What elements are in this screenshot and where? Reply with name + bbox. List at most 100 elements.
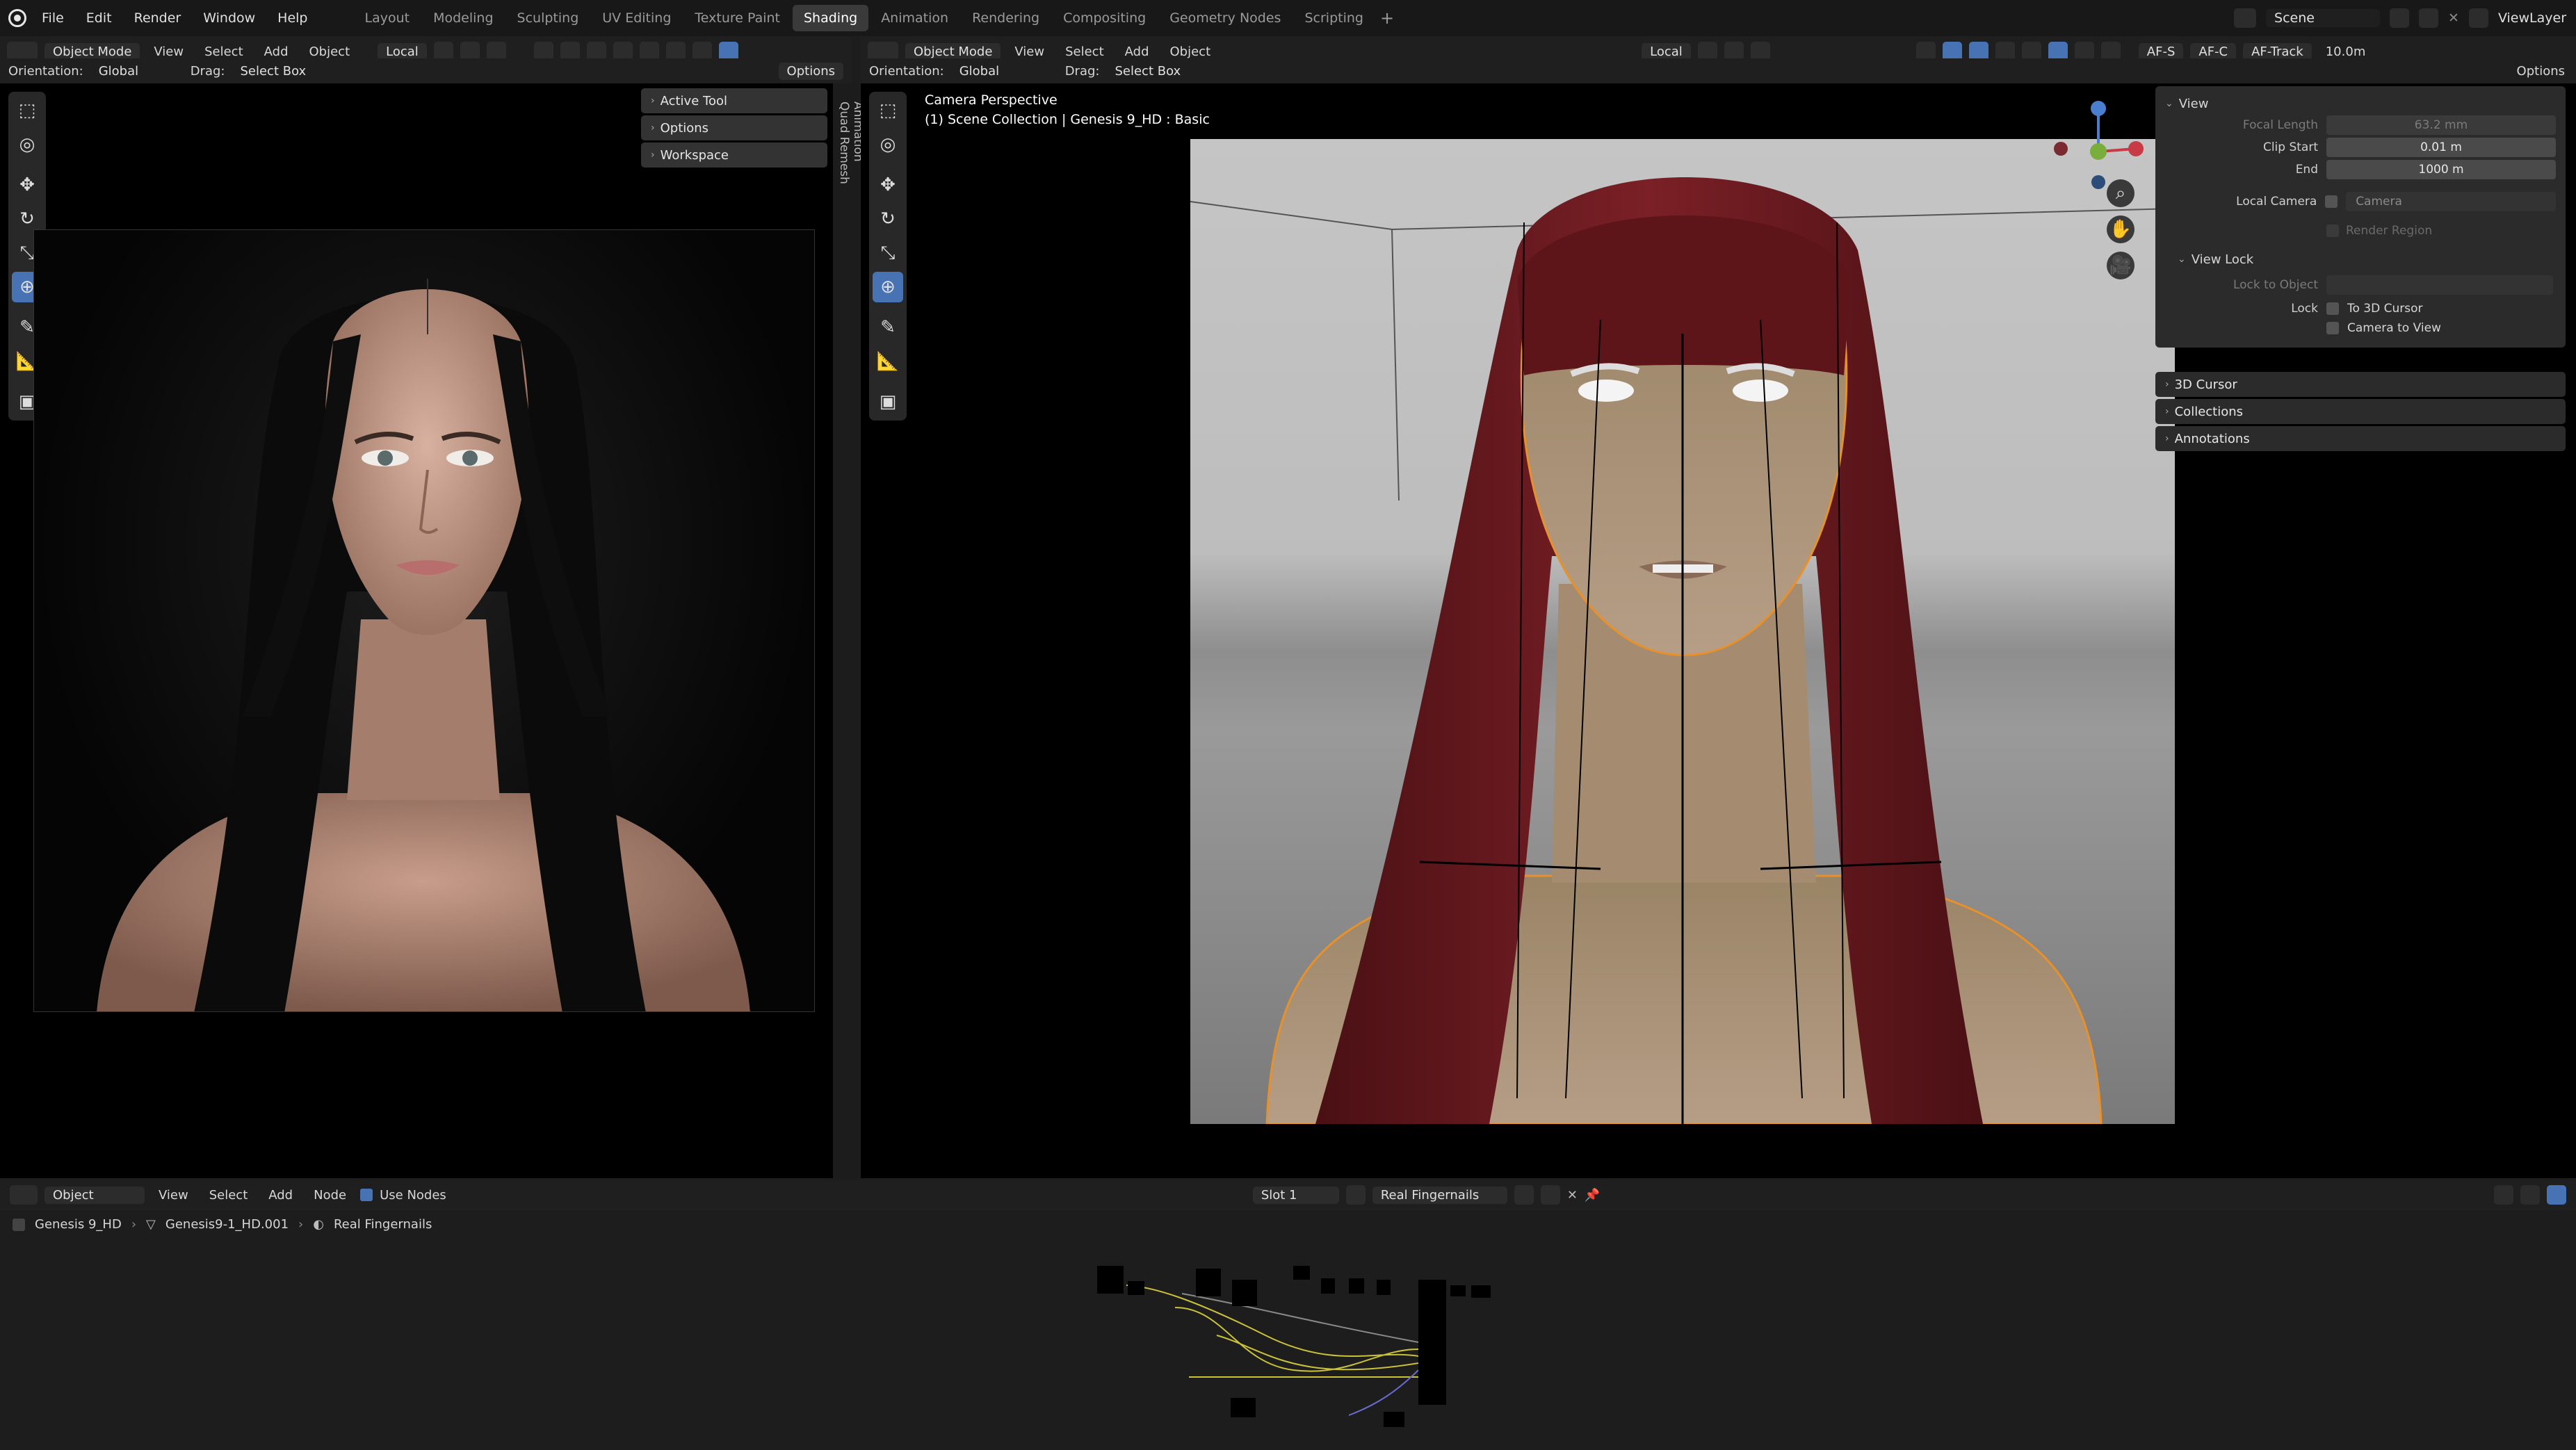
breadcrumb-material[interactable]: Real Fingernails — [334, 1217, 432, 1232]
material-browse-icon[interactable] — [1345, 1185, 1366, 1205]
af-track-button[interactable]: AF-Track — [2243, 42, 2312, 60]
use-nodes-checkbox[interactable] — [360, 1189, 373, 1201]
move-tool-icon[interactable]: ✥ — [873, 170, 903, 200]
to-3d-cursor-checkbox[interactable] — [2326, 302, 2339, 315]
local-camera-checkbox[interactable] — [2325, 195, 2338, 208]
menu-render[interactable]: Render — [124, 8, 191, 28]
scene-selector[interactable]: Scene — [2266, 9, 2381, 27]
duplicate-material-icon[interactable] — [1540, 1185, 1560, 1205]
workspace-tab-geometry-nodes[interactable]: Geometry Nodes — [1158, 5, 1292, 31]
material-name-field[interactable]: Real Fingernails — [1372, 1186, 1507, 1204]
panel-active-tool[interactable]: › Active Tool — [641, 88, 827, 113]
add-workspace-icon[interactable]: + — [1380, 8, 1394, 28]
slot-dropdown[interactable]: Slot 1 — [1252, 1186, 1339, 1204]
af-c-button[interactable]: AF-C — [2190, 42, 2237, 60]
shader-type-dropdown[interactable]: Object — [44, 1186, 145, 1204]
section-3d-cursor[interactable]: › 3D Cursor — [2155, 372, 2566, 397]
select-box-tool-icon[interactable]: ⬚ — [873, 95, 903, 126]
scene-icon[interactable] — [2234, 8, 2257, 28]
node-canvas[interactable]: Genesis 9_HD › ▽ Genesis9-1_HD.001 › ◐ R… — [0, 1210, 2576, 1450]
camera-field[interactable]: Camera — [2346, 192, 2556, 211]
close-icon[interactable]: ✕ — [2448, 10, 2459, 26]
view-menu[interactable]: View — [1007, 43, 1051, 60]
rotate-tool-icon[interactable]: ↻ — [873, 204, 903, 234]
select-menu[interactable]: Select — [1058, 43, 1111, 60]
workspace-tab-compositing[interactable]: Compositing — [1052, 5, 1157, 31]
workspace-tab-animation[interactable]: Animation — [870, 5, 959, 31]
snap-icon[interactable] — [2494, 1185, 2513, 1205]
orientation-dropdown[interactable]: Global — [950, 62, 1058, 80]
unlink-material-icon[interactable]: ✕ — [1567, 1188, 1578, 1203]
workspace-tab-layout[interactable]: Layout — [354, 5, 421, 31]
cursor-tool-icon[interactable]: ◎ — [12, 129, 42, 160]
panel-workspace[interactable]: › Workspace — [641, 142, 827, 168]
select-menu[interactable]: Select — [197, 43, 250, 60]
workspace-tab-texture-paint[interactable]: Texture Paint — [683, 5, 791, 31]
overlay-icon[interactable] — [2520, 1185, 2540, 1205]
zoom-icon[interactable]: ⌕ — [2107, 179, 2134, 207]
lock-to-object-field[interactable] — [2326, 275, 2553, 295]
pan-hand-icon[interactable]: ✋ — [2107, 215, 2134, 243]
focus-distance[interactable]: 10.0m — [2319, 43, 2373, 60]
blender-logo-icon[interactable] — [8, 9, 26, 27]
focal-length-field[interactable]: 63.2 mm — [2326, 115, 2556, 135]
workspace-tab-sculpting[interactable]: Sculpting — [506, 5, 590, 31]
move-tool-icon[interactable]: ✥ — [12, 170, 42, 200]
annotate-tool-icon[interactable]: ✎ — [873, 312, 903, 343]
camera-to-view-checkbox[interactable] — [2326, 322, 2339, 334]
view-layer-selector[interactable]: ViewLayer — [2498, 10, 2566, 26]
editor-type-icon[interactable] — [10, 1185, 38, 1205]
options-dropdown[interactable]: Options — [2510, 63, 2572, 80]
view-lock-header[interactable]: ⌄ View Lock — [2165, 247, 2556, 271]
object-menu[interactable]: Object — [302, 43, 357, 60]
select-box-tool-icon[interactable]: ⬚ — [12, 95, 42, 126]
select-menu[interactable]: Select — [202, 1187, 255, 1204]
transform-orientation-dropdown[interactable]: Local — [1642, 42, 1691, 60]
orientation-dropdown[interactable]: Global — [90, 62, 184, 80]
sidebar-toggle-icon[interactable] — [2547, 1185, 2566, 1205]
cursor-tool-icon[interactable]: ◎ — [873, 129, 903, 160]
add-menu[interactable]: Add — [261, 1187, 300, 1204]
node-menu[interactable]: Node — [307, 1187, 353, 1204]
add-menu[interactable]: Add — [257, 43, 295, 60]
drag-dropdown[interactable]: Select Box — [1106, 62, 1190, 80]
workspace-tab-uv-editing[interactable]: UV Editing — [591, 5, 682, 31]
af-s-button[interactable]: AF-S — [2138, 42, 2184, 60]
view-menu[interactable]: View — [147, 43, 191, 60]
new-scene-icon[interactable] — [2419, 8, 2439, 28]
workspace-tab-modeling[interactable]: Modeling — [422, 5, 504, 31]
menu-file[interactable]: File — [32, 8, 74, 28]
add-menu[interactable]: Add — [1118, 43, 1156, 60]
clip-start-field[interactable]: 0.01 m — [2326, 138, 2556, 157]
drag-dropdown[interactable]: Select Box — [232, 62, 315, 80]
view-menu[interactable]: View — [152, 1187, 195, 1204]
view-layer-icon[interactable] — [2468, 8, 2488, 28]
transform-tool-icon[interactable]: ⊕ — [873, 272, 903, 302]
section-annotations[interactable]: › Annotations — [2155, 426, 2566, 451]
side-tab-quad-remesh[interactable]: Quad Remesh — [837, 92, 851, 221]
breadcrumb-mesh[interactable]: Genesis9-1_HD.001 — [165, 1217, 289, 1232]
section-collections[interactable]: › Collections — [2155, 399, 2566, 424]
workspace-tab-rendering[interactable]: Rendering — [961, 5, 1051, 31]
menu-edit[interactable]: Edit — [76, 8, 122, 28]
right-camera-viewport[interactable]: Camera Perspective (1) Scene Collection … — [861, 83, 2576, 1178]
measure-tool-icon[interactable]: 📐 — [873, 346, 903, 377]
mode-dropdown[interactable]: Object Mode — [905, 42, 1001, 60]
breadcrumb-object[interactable]: Genesis 9_HD — [35, 1217, 122, 1232]
pin-icon[interactable] — [2390, 8, 2410, 28]
workspace-tab-shading[interactable]: Shading — [793, 5, 869, 31]
mode-dropdown[interactable]: Object Mode — [44, 42, 140, 60]
clip-end-field[interactable]: 1000 m — [2326, 160, 2556, 179]
pin-icon[interactable]: 📌 — [1585, 1188, 1600, 1203]
panel-options[interactable]: › Options — [641, 115, 827, 140]
transform-orientation-dropdown[interactable]: Local — [378, 42, 427, 60]
navigation-gizmo[interactable] — [2050, 96, 2147, 193]
view-panel-header[interactable]: ⌄ View — [2165, 92, 2556, 115]
node-graph[interactable] — [1085, 1266, 1502, 1433]
left-rendered-viewport[interactable]: ⬚ ◎ ✥ ↻ ⤡ ⊕ ✎ 📐 ▣ › Active Tool › Option… — [0, 83, 840, 1178]
scale-tool-icon[interactable]: ⤡ — [873, 238, 903, 268]
options-dropdown[interactable]: Options — [778, 62, 843, 80]
workspace-tab-scripting[interactable]: Scripting — [1293, 5, 1375, 31]
object-menu[interactable]: Object — [1163, 43, 1218, 60]
menu-help[interactable]: Help — [268, 8, 317, 28]
